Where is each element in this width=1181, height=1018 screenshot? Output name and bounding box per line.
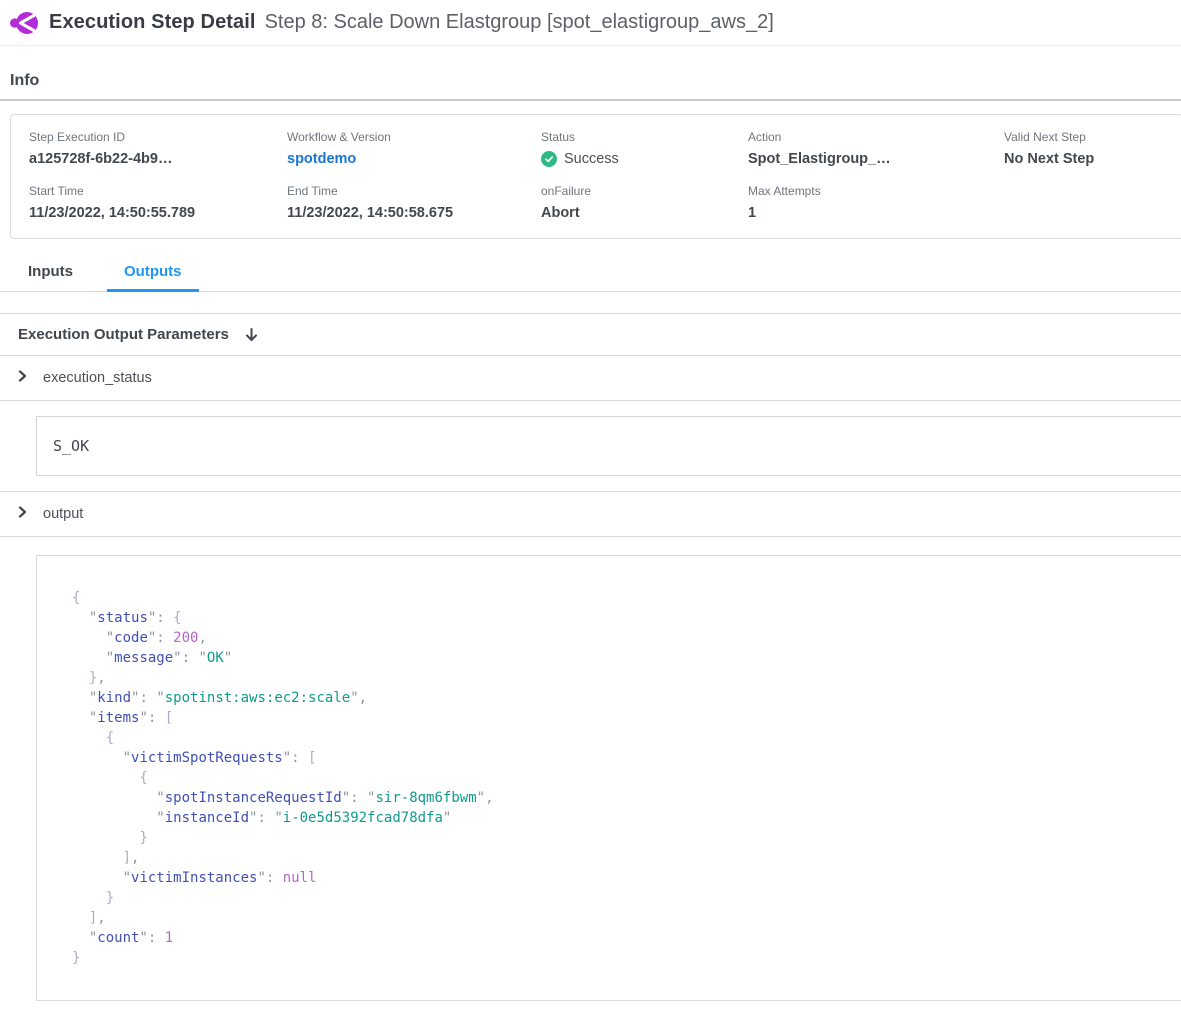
param-row-output[interactable]: output xyxy=(0,491,1181,537)
success-check-icon xyxy=(541,151,557,167)
field-value: Abort xyxy=(541,205,748,221)
chevron-right-icon xyxy=(17,369,28,387)
field-value: 11/23/2022, 14:50:58.675 xyxy=(287,205,541,221)
collapse-all-arrow-down-icon[interactable] xyxy=(244,327,259,343)
status-badge: Success xyxy=(541,151,748,167)
param-name: output xyxy=(43,506,83,522)
page-title: Execution Step Detail xyxy=(49,11,256,34)
execution-status-value: S_OK xyxy=(36,416,1181,476)
tab-outputs[interactable]: Outputs xyxy=(107,255,199,291)
field-label: onFailure xyxy=(541,184,748,198)
field-onfailure: onFailure Abort xyxy=(541,184,748,221)
field-label: Max Attempts xyxy=(748,184,1004,198)
status-text: Success xyxy=(564,151,619,167)
field-valid-next-step: Valid Next Step No Next Step xyxy=(1004,130,1164,167)
field-value: a125728f-6b22-4b9… xyxy=(29,151,287,167)
page-subtitle: Step 8: Scale Down Elastgroup [spot_elas… xyxy=(265,11,774,34)
field-value: 11/23/2022, 14:50:55.789 xyxy=(29,205,287,221)
tab-bar: Inputs Outputs xyxy=(0,255,1181,292)
field-end-time: End Time 11/23/2022, 14:50:58.675 xyxy=(287,184,541,221)
field-value: No Next Step xyxy=(1004,151,1164,167)
json-code: { "status": { "code": 200, "message": "O… xyxy=(72,588,1162,968)
tab-inputs[interactable]: Inputs xyxy=(28,255,90,291)
param-name: execution_status xyxy=(43,370,152,386)
field-label: Action xyxy=(748,130,1004,144)
field-label: Step Execution ID xyxy=(29,130,287,144)
field-value: 1 xyxy=(748,205,1004,221)
field-label: Valid Next Step xyxy=(1004,130,1164,144)
field-status: Status Success xyxy=(541,130,748,167)
field-value: Spot_Elastigroup_… xyxy=(748,151,1004,167)
field-label: Start Time xyxy=(29,184,287,198)
app-header: Execution Step Detail Step 8: Scale Down… xyxy=(0,0,1181,46)
param-row-execution-status[interactable]: execution_status xyxy=(0,356,1181,401)
info-section-heading: Info xyxy=(10,72,1181,90)
field-max-attempts: Max Attempts 1 xyxy=(748,184,1004,221)
execution-output-parameters-header: Execution Output Parameters xyxy=(0,313,1181,356)
field-label: End Time xyxy=(287,184,541,198)
info-card: Step Execution ID a125728f-6b22-4b9… Wor… xyxy=(10,114,1181,239)
field-workflow-version: Workflow & Version spotdemo xyxy=(287,130,541,167)
output-json-viewer: { "status": { "code": 200, "message": "O… xyxy=(36,555,1181,1001)
field-step-execution-id: Step Execution ID a125728f-6b22-4b9… xyxy=(29,130,287,167)
divider xyxy=(0,99,1181,101)
chevron-right-icon xyxy=(17,505,28,523)
field-label: Workflow & Version xyxy=(287,130,541,144)
field-label: Status xyxy=(541,130,748,144)
workflow-link[interactable]: spotdemo xyxy=(287,151,541,167)
section-title: Execution Output Parameters xyxy=(18,326,229,343)
field-action: Action Spot_Elastigroup_… xyxy=(748,130,1004,167)
field-start-time: Start Time 11/23/2022, 14:50:55.789 xyxy=(29,184,287,221)
app-logo-icon xyxy=(10,10,38,36)
